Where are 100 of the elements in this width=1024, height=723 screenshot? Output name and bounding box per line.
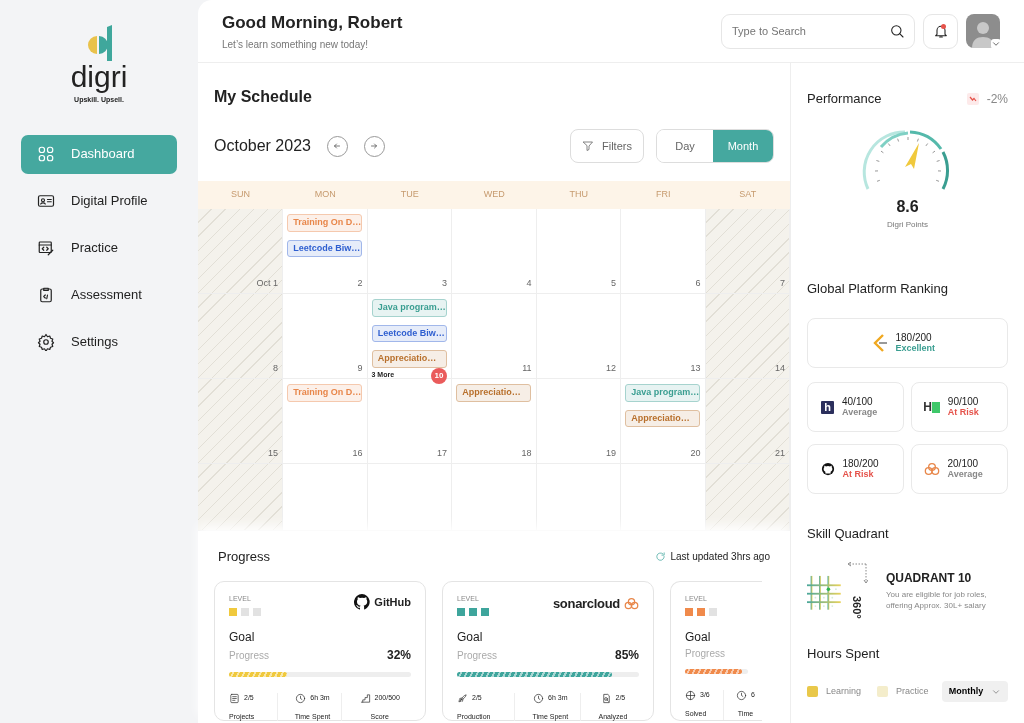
calendar-event[interactable]: Java program… <box>625 384 701 402</box>
score-text: 180/200 <box>842 459 880 470</box>
day-number: 9 <box>357 361 363 375</box>
score-text: 40/100 <box>842 397 874 408</box>
period-dropdown[interactable]: Monthly <box>942 681 1008 702</box>
level-square <box>457 608 465 616</box>
view-tab[interactable]: Month <box>713 130 773 162</box>
level-square <box>709 608 717 616</box>
sidebar-item[interactable]: Settings <box>21 322 177 362</box>
last-updated-text: Last updated 3hrs ago <box>670 550 770 565</box>
status-text: Excellent <box>895 343 937 353</box>
day-number: 12 <box>606 361 616 375</box>
search-icon <box>889 23 905 39</box>
settings-icon <box>37 333 55 351</box>
octocat-icon <box>820 462 835 476</box>
progress-label: Progress <box>457 648 497 663</box>
level-square <box>481 608 489 616</box>
weekday-label: TUE <box>400 188 419 202</box>
previous-month-button[interactable] <box>326 135 348 157</box>
score-text: 20/100 <box>947 459 980 470</box>
day-number: 16 <box>352 446 363 460</box>
change-value: -2% <box>986 90 1008 108</box>
next-month-button[interactable] <box>363 135 385 157</box>
search-field[interactable]: Type to Search <box>721 13 915 49</box>
score-text: 180/200 <box>895 333 933 344</box>
calendar-event[interactable]: Appreciatio… <box>625 409 701 427</box>
section-title: Performance <box>807 90 882 108</box>
cloud-icon <box>624 596 639 610</box>
logo-badge: H <box>923 398 940 416</box>
weekday-label: MON <box>314 188 336 202</box>
sidebar-item[interactable]: Dashboard <box>21 134 177 174</box>
avatar-placeholder[interactable] <box>966 14 1000 48</box>
code-window-icon <box>37 239 55 257</box>
weekday-label: SUN <box>231 188 250 202</box>
notification-button[interactable] <box>923 13 958 49</box>
day-number: 11 <box>522 361 532 375</box>
weekday-label: SAT <box>739 188 757 202</box>
octocat-icon <box>354 593 371 610</box>
goal-label: Goal <box>229 629 256 646</box>
month-label: October 2023 <box>214 136 311 156</box>
weekday-label: WED <box>483 188 505 202</box>
percent-value: 32% <box>386 647 411 664</box>
steps-icon <box>359 693 371 704</box>
brand-name: GitHub <box>374 594 411 610</box>
sidebar-item[interactable]: Practice <box>21 228 177 268</box>
day-number: 20 <box>690 446 701 460</box>
calendar-event[interactable]: Appreciatio… <box>456 384 532 402</box>
brand-name: sonarcloud <box>552 594 620 613</box>
chevron-logo-icon <box>871 334 888 352</box>
day-number: 6 <box>695 276 701 290</box>
day-number: 13 <box>690 361 701 375</box>
filters-button[interactable]: Filters <box>570 129 644 163</box>
goal-label: Goal <box>685 629 712 646</box>
calendar-event[interactable]: Appreciatio… <box>371 350 447 368</box>
logo-badge: h <box>821 400 834 414</box>
day-number: 21 <box>775 446 785 460</box>
day-number: 18 <box>521 446 532 460</box>
status-text: Average <box>842 407 879 417</box>
legend-label: Learning <box>826 684 862 698</box>
day-number: 7 <box>780 276 785 290</box>
legend-label: Practice <box>896 684 929 698</box>
cloud-icon <box>923 462 940 476</box>
day-number: 2 <box>357 276 363 290</box>
clock-icon <box>295 693 307 704</box>
calendar-event[interactable]: Leetcode Biw… <box>287 239 363 257</box>
score-label: Digri Points <box>887 218 928 231</box>
day-number: Oct 1 <box>256 276 278 290</box>
progress-label: Progress <box>229 648 269 663</box>
section-title: Progress <box>218 548 271 566</box>
section-title: Skill Quadrant <box>807 525 890 543</box>
grid-icon <box>37 145 55 163</box>
greeting-subtitle: Let’s learn something new today! <box>222 38 369 53</box>
section-title: Global Platform Ranking <box>807 279 949 298</box>
bell-icon <box>932 23 949 39</box>
sidebar-item[interactable]: Assessment <box>21 275 177 315</box>
calendar-event[interactable]: Leetcode Biw… <box>371 324 447 342</box>
day-number: 17 <box>437 446 447 460</box>
day-number: 19 <box>606 446 616 460</box>
clock-icon <box>533 693 545 704</box>
level-square <box>229 608 237 616</box>
status-text: At Risk <box>947 407 980 417</box>
weekday-label: FRI <box>656 188 671 202</box>
quadrant-description: You are eligible for job roles, offering Approx. 30L+ salary <box>885 590 988 612</box>
level-square <box>241 608 249 616</box>
status-text: At Risk <box>842 469 875 479</box>
greeting-title: Good Morning, Robert <box>222 11 403 34</box>
day-number: 14 <box>775 361 785 375</box>
day-number: 3 <box>442 276 447 290</box>
level-square <box>469 608 477 616</box>
filter-icon <box>582 140 594 152</box>
clipboard-icon <box>37 286 55 304</box>
section-title: Hours Spent <box>807 644 881 663</box>
document-icon <box>229 693 240 704</box>
percent-value: 85% <box>614 647 639 664</box>
day-number: 8 <box>273 361 278 375</box>
id-card-icon <box>37 192 55 210</box>
calendar-event[interactable]: Java program… <box>371 299 447 317</box>
sidebar-item[interactable]: Digital Profile <box>21 181 177 221</box>
level-square <box>253 608 261 616</box>
goal-label: Goal <box>457 629 484 646</box>
